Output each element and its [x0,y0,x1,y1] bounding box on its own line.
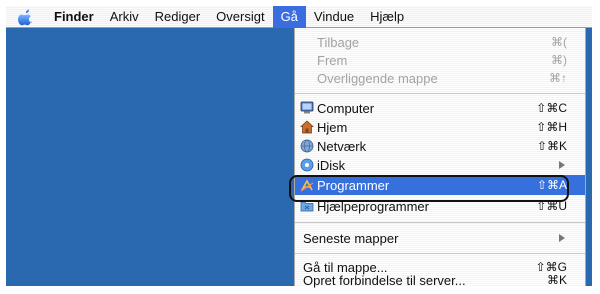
menu-finder[interactable]: Finder [46,6,102,28]
menu-separator [295,253,585,254]
menu-item-label: Opret forbindelse til server... [303,272,466,288]
menu-item-label: Tilbage [317,34,360,50]
menu-rediger[interactable]: Rediger [147,6,209,28]
menu-item-label: Frem [317,52,348,68]
menu-item-label: iDisk [317,157,346,173]
menu-item-label: Hjem [317,119,348,135]
menu-vindue[interactable]: Vindue [306,6,362,28]
menu-item-netvaerk[interactable]: Netværk ⇧⌘K [295,136,585,156]
screen: Finder Arkiv Rediger Oversigt Gå Vindue … [0,0,600,294]
menu-bar: Finder Arkiv Rediger Oversigt Gå Vindue … [6,5,592,28]
apple-icon [18,8,32,25]
menu-item-seneste-mapper[interactable]: Seneste mapper [295,228,585,248]
shortcut: ⌘K [546,273,567,287]
menu-item-label: Computer [317,100,375,116]
computer-icon [300,101,314,114]
menu-oversigt[interactable]: Oversigt [208,6,272,28]
home-icon [300,120,314,134]
go-menu-dropdown: Tilbage ⌘( Frem ⌘) Overliggende mappe ⌘↑… [294,28,586,288]
menu-item-frem[interactable]: Frem ⌘) [295,50,585,70]
menu-item-computer[interactable]: Computer ⇧⌘C [295,98,585,118]
menu-separator [295,93,585,94]
menu-item-label: Seneste mapper [303,230,399,246]
shortcut: ⇧⌘G [535,260,567,274]
menu-item-overliggende-mappe[interactable]: Overliggende mappe ⌘↑ [295,68,585,88]
highlight-callout-ring [289,175,569,202]
menu-separator [295,222,585,223]
menu-item-label: Netværk [317,138,367,154]
network-icon [300,139,314,153]
shortcut: ⇧⌘K [536,139,567,153]
shortcut: ⇧⌘H [536,120,567,134]
menu-item-idisk[interactable]: iDisk [295,155,585,175]
submenu-arrow-icon [559,234,565,242]
shortcut: ⌘( [551,35,567,49]
menu-arkiv[interactable]: Arkiv [102,6,147,28]
menu-item-opret-forbindelse[interactable]: Opret forbindelse til server... ⌘K [295,272,585,288]
menu-item-tilbage[interactable]: Tilbage ⌘( [295,32,585,52]
shortcut: ⇧⌘C [536,101,567,115]
menu-item-hjem[interactable]: Hjem ⇧⌘H [295,117,585,137]
submenu-arrow-icon [559,161,565,169]
shortcut: ⌘↑ [549,71,567,85]
menu-ga[interactable]: Gå [272,5,306,28]
idisk-icon [300,158,314,172]
menu-item-label: Overliggende mappe [317,70,438,86]
menu-hjaelp[interactable]: Hjælp [362,6,412,28]
apple-menu[interactable] [6,6,46,28]
shortcut: ⌘) [551,53,567,67]
